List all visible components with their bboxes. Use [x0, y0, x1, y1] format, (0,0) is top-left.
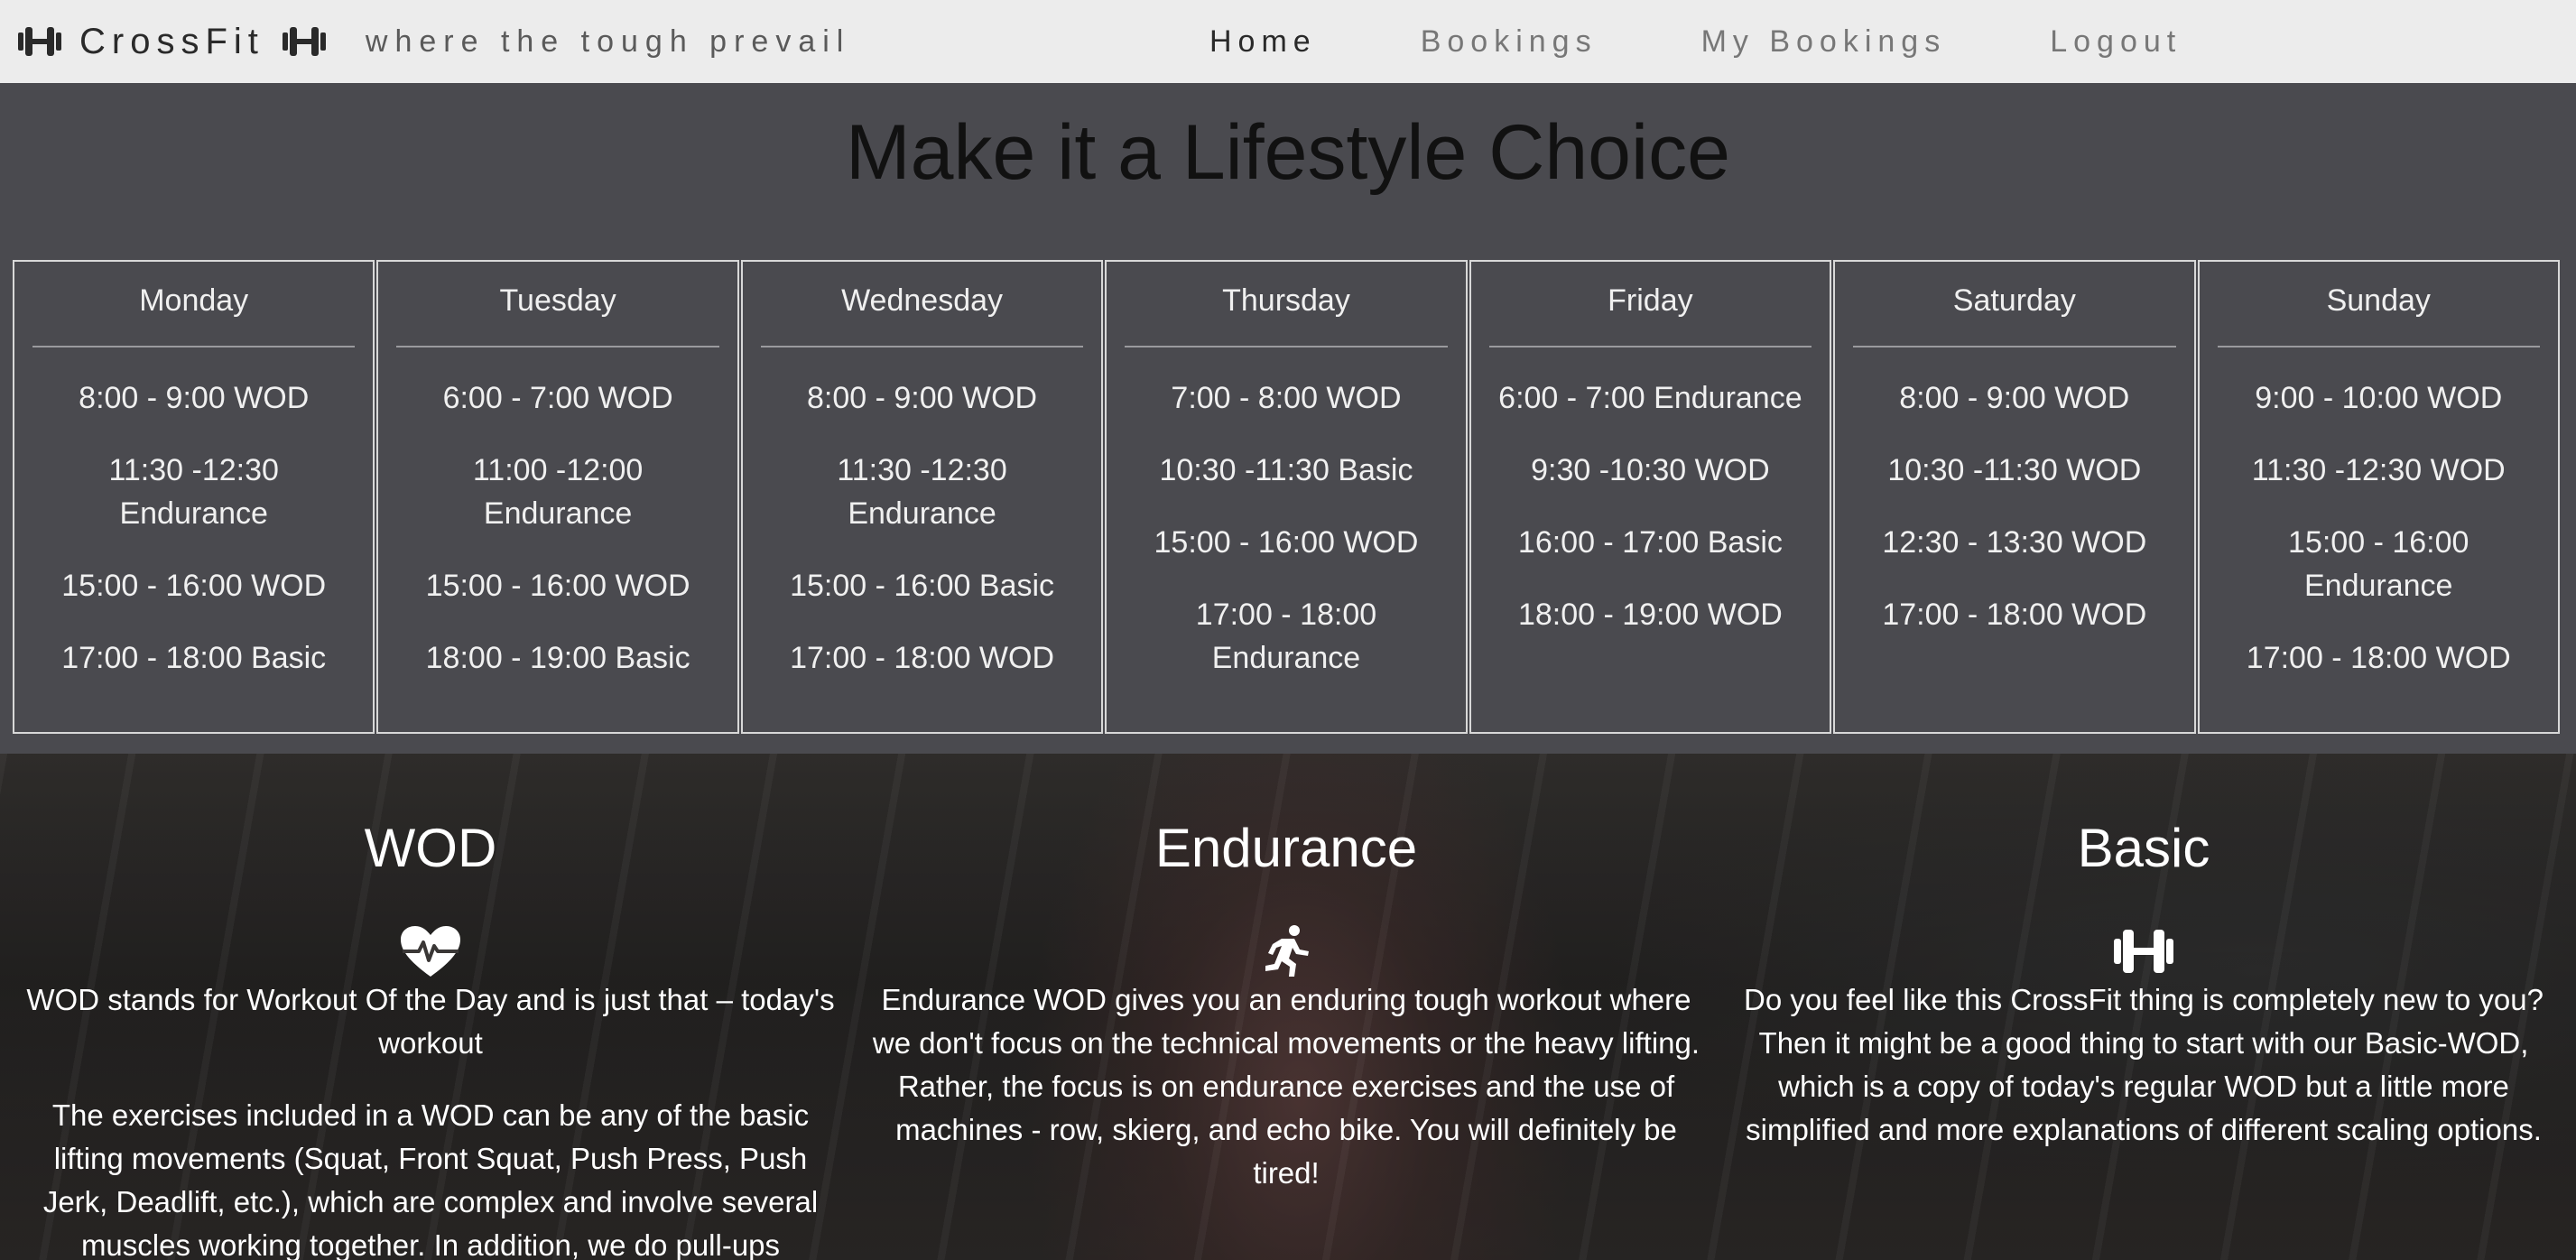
feature-basic: Basic Do you feel like this CrossFit thi…	[1729, 754, 2558, 1181]
day-column-friday: Friday 6:00 - 7:00 Endurance 9:30 -10:30…	[1469, 260, 1832, 734]
weekly-schedule: Monday 8:00 - 9:00 WOD 11:30 -12:30 Endu…	[13, 260, 2560, 734]
day-column-wednesday: Wednesday 8:00 - 9:00 WOD 11:30 -12:30 E…	[740, 260, 1104, 734]
dumbbell-icon	[2114, 930, 2173, 973]
day-name: Thursday	[1125, 283, 1448, 347]
time-slot: 9:30 -10:30 WOD	[1531, 453, 1770, 487]
main-nav: Home Bookings My Bookings Logout	[1209, 0, 2182, 83]
time-slot: 15:00 - 16:00 WOD	[61, 569, 327, 603]
time-slot: 15:00 - 16:00 Endurance	[2288, 525, 2469, 603]
day-name: Monday	[32, 283, 356, 347]
time-slot: 6:00 - 7:00 Endurance	[1498, 381, 1802, 415]
day-name: Friday	[1488, 283, 1812, 347]
tagline: where the tough prevail	[365, 23, 851, 59]
day-column-thursday: Thursday 7:00 - 8:00 WOD 10:30 -11:30 Ba…	[1105, 260, 1468, 734]
time-slot: 12:30 - 13:30 WOD	[1882, 525, 2147, 560]
day-column-monday: Monday 8:00 - 9:00 WOD 11:30 -12:30 Endu…	[13, 260, 375, 734]
nav-my-bookings[interactable]: My Bookings	[1701, 24, 1947, 60]
time-slot: 15:00 - 16:00 WOD	[425, 569, 690, 603]
feature-title: Endurance	[1154, 818, 1418, 878]
running-icon	[1265, 925, 1309, 977]
nav-bookings[interactable]: Bookings	[1421, 24, 1598, 60]
day-column-tuesday: Tuesday 6:00 - 7:00 WOD 11:00 -12:00 End…	[376, 260, 739, 734]
feature-text: WOD stands for Workout Of the Day and is…	[26, 983, 835, 1060]
day-name: Tuesday	[396, 283, 719, 347]
time-slot: 15:00 - 16:00 Basic	[790, 569, 1055, 603]
nav-home[interactable]: Home	[1209, 24, 1317, 60]
day-name: Saturday	[1853, 283, 2176, 347]
time-slot: 8:00 - 9:00 WOD	[1899, 381, 2130, 415]
workout-types-section: WOD WOD stands for Workout Of the Day an…	[0, 754, 2576, 1260]
day-column-sunday: Sunday 9:00 - 10:00 WOD 11:30 -12:30 WOD…	[2197, 260, 2560, 734]
day-column-saturday: Saturday 8:00 - 9:00 WOD 10:30 -11:30 WO…	[1833, 260, 2196, 734]
time-slot: 17:00 - 18:00 WOD	[790, 641, 1055, 675]
brand-name: CrossFit	[79, 21, 264, 61]
time-slot: 17:00 - 18:00 Basic	[61, 641, 327, 675]
dumbbell-icon	[282, 27, 326, 56]
page-title: Make it a Lifestyle Choice	[846, 109, 1730, 196]
feature-text: Endurance WOD gives you an enduring toug…	[872, 983, 1700, 1190]
time-slot: 11:30 -12:30 Endurance	[108, 453, 279, 531]
time-slot: 17:00 - 18:00 Endurance	[1195, 598, 1377, 675]
time-slot: 17:00 - 18:00 WOD	[1882, 598, 2147, 632]
dumbbell-icon	[18, 27, 61, 56]
time-slot: 11:30 -12:30 WOD	[2251, 453, 2506, 487]
brand[interactable]: CrossFit	[16, 22, 328, 62]
time-slot: 8:00 - 9:00 WOD	[79, 381, 310, 415]
feature-text: The exercises included in a WOD can be a…	[42, 1098, 819, 1260]
time-slot: 17:00 - 18:00 WOD	[2246, 641, 2511, 675]
time-slot: 10:30 -11:30 WOD	[1887, 453, 2142, 487]
time-slot: 11:00 -12:00 Endurance	[472, 453, 644, 531]
top-navbar: CrossFit where the tough prevail Home Bo…	[0, 0, 2576, 83]
time-slot: 16:00 - 17:00 Basic	[1517, 525, 1783, 560]
feature-title: WOD	[364, 818, 497, 878]
feature-text: Do you feel like this CrossFit thing is …	[1744, 983, 2544, 1146]
nav-logout[interactable]: Logout	[2050, 24, 2182, 60]
time-slot: 6:00 - 7:00 WOD	[442, 381, 673, 415]
time-slot: 9:00 - 10:00 WOD	[2255, 381, 2503, 415]
time-slot: 11:30 -12:30 Endurance	[837, 453, 1007, 531]
day-name: Sunday	[2217, 283, 2540, 347]
time-slot: 10:30 -11:30 Basic	[1159, 453, 1413, 487]
heartbeat-icon	[401, 926, 460, 977]
time-slot: 7:00 - 8:00 WOD	[1171, 381, 1402, 415]
time-slot: 15:00 - 16:00 WOD	[1154, 525, 1419, 560]
time-slot: 18:00 - 19:00 WOD	[1517, 598, 1783, 632]
time-slot: 8:00 - 9:00 WOD	[807, 381, 1038, 415]
time-slot: 18:00 - 19:00 Basic	[425, 641, 690, 675]
feature-endurance: Endurance Endurance WOD gives you an end…	[870, 754, 1702, 1224]
feature-title: Basic	[2077, 818, 2210, 878]
feature-wod: WOD WOD stands for Workout Of the Day an…	[18, 754, 843, 1260]
day-name: Wednesday	[760, 283, 1084, 347]
